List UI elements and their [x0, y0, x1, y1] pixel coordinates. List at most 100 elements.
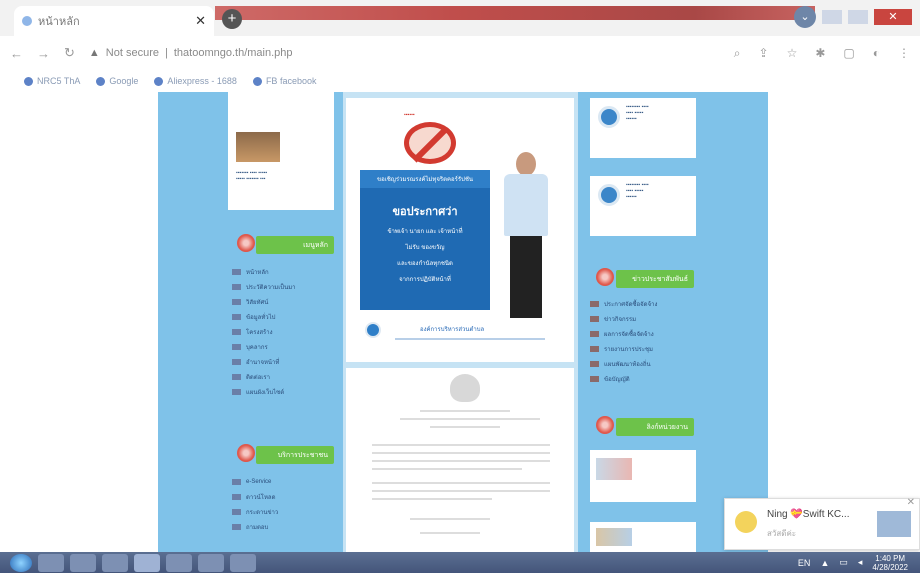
bookmark-item[interactable]: Google: [96, 76, 138, 86]
not-secure-icon[interactable]: ▲: [89, 47, 100, 59]
menu-bullet-icon: [590, 315, 599, 322]
link-thumbnail: [596, 528, 632, 546]
taskbar-ie-icon[interactable]: [38, 553, 64, 572]
menu-item[interactable]: ข่าวกิจกรรม: [590, 311, 657, 326]
new-tab-button[interactable]: +: [222, 9, 242, 29]
reload-icon[interactable]: ↻: [64, 45, 75, 61]
menu-item[interactable]: ข้อบัญญัติ: [590, 371, 657, 386]
doc-line: [410, 518, 490, 520]
browser-toolbar: ← → ↻ ▲ Not secure | thatoomngo.th/main.…: [0, 36, 920, 70]
menu-item[interactable]: รายงานการประชุม: [590, 341, 657, 356]
taskbar-word-icon[interactable]: [230, 553, 256, 572]
bookmark-icon: [24, 76, 33, 86]
left-menu-header: เมนูหลัก: [256, 236, 334, 254]
search-icon[interactable]: ⌕: [734, 46, 741, 61]
profile-icon[interactable]: ◐: [873, 46, 880, 61]
globe-icon: [154, 76, 164, 86]
tray-arrow-icon[interactable]: ▲: [820, 558, 829, 568]
menu-bullet-icon: [232, 388, 241, 395]
menu-item[interactable]: ประกาศจัดซื้อจัดจ้าง: [590, 296, 657, 311]
clock-date: 4/28/2022: [872, 562, 908, 572]
taskbar-firefox-icon[interactable]: [166, 553, 192, 572]
clock[interactable]: 1:40 PM 4/28/2022: [872, 554, 908, 572]
taskbar-explorer-icon[interactable]: [70, 553, 96, 572]
menu-bullet-icon: [232, 268, 241, 275]
menu-bullet-icon: [590, 375, 599, 382]
bookmark-item[interactable]: NRC5 ThA: [24, 76, 80, 86]
menu-item[interactable]: ประวัติความเป็นมา: [232, 279, 296, 294]
menu-item[interactable]: วิสัยทัศน์: [232, 294, 296, 309]
banner-caption: ▪▪▪▪▪▪: [404, 112, 415, 118]
chat-notification[interactable]: Ning 💝Swift KC... สวัสดีค่ะ ✕: [724, 497, 920, 550]
menu-item[interactable]: e-Service: [232, 474, 278, 489]
bookmarks-bar: NRC5 ThA Google Aliexpress - 1688 FB fac…: [0, 70, 920, 92]
profile-avatar-icon[interactable]: ⌄: [794, 6, 816, 28]
tab-favicon-icon: [22, 16, 32, 26]
left-menu-header-2: บริการประชาชน: [256, 446, 334, 464]
menu-bullet-icon: [590, 330, 599, 337]
notice-strip: ขอเชิญร่วมรณรงค์ไม่ทุจริตคอร์รัปชัน: [360, 170, 490, 188]
browser-tab[interactable]: หน้าหลัก ✕: [14, 6, 214, 36]
bookmark-star-icon[interactable]: ☆: [787, 46, 798, 61]
reading-list-icon[interactable]: ▢: [843, 46, 854, 61]
doc-line: [400, 418, 540, 420]
taskbar-line-icon[interactable]: [198, 553, 224, 572]
close-window-button[interactable]: ✕: [874, 9, 912, 25]
clock-time: 1:40 PM: [875, 553, 906, 563]
news-caption[interactable]: ▪▪▪▪▪▪▪▪ ▪▪▪▪ ▪▪▪▪ ▪▪▪▪▪ ▪▪▪▪▪▪: [626, 104, 692, 122]
menu-item[interactable]: ข้อมูลทั่วไป: [232, 309, 296, 324]
menu-bullet-icon: [232, 493, 241, 500]
official-photo: [498, 152, 554, 322]
extensions-icon[interactable]: ✱: [815, 46, 825, 61]
garuda-emblem-icon: [450, 374, 480, 402]
windows-taskbar: EN ▲ ▭ ◂ 1:40 PM 4/28/2022: [0, 552, 920, 573]
share-icon[interactable]: ⇪: [759, 46, 769, 61]
doc-line: [420, 410, 510, 412]
close-icon[interactable]: ✕: [907, 497, 915, 508]
bookmark-item[interactable]: Aliexpress - 1688: [154, 76, 237, 86]
menu-item[interactable]: บุคลากร: [232, 339, 296, 354]
volume-icon[interactable]: ◂: [858, 557, 863, 568]
news-caption[interactable]: ▪▪▪▪▪▪▪▪ ▪▪▪▪ ▪▪▪▪ ▪▪▪▪▪ ▪▪▪▪▪▪: [626, 182, 692, 200]
address-bar[interactable]: ▲ Not secure | thatoomngo.th/main.php: [89, 47, 720, 59]
menu-item[interactable]: หน้าหลัก: [232, 264, 296, 279]
person-head: [516, 152, 536, 176]
notice-board: ขอเชิญร่วมรณรงค์ไม่ทุจริตคอร์รัปชัน ขอปร…: [360, 170, 490, 310]
news-thumbnail[interactable]: [236, 132, 280, 162]
start-button[interactable]: [10, 553, 32, 572]
taskbar-chrome-icon[interactable]: [134, 553, 160, 572]
maximize-button[interactable]: [848, 10, 868, 24]
menu-item[interactable]: แผนผังเว็บไซต์: [232, 384, 296, 399]
right-link-box[interactable]: [590, 450, 696, 502]
menu-item[interactable]: แผนพัฒนาท้องถิ่น: [590, 356, 657, 371]
doc-line: [372, 444, 550, 446]
language-indicator[interactable]: EN: [798, 558, 811, 568]
taskbar-media-icon[interactable]: [102, 553, 128, 572]
back-icon[interactable]: ←: [10, 46, 23, 61]
bookmark-item[interactable]: FB facebook: [252, 76, 316, 86]
menu-item[interactable]: ผลการจัดซื้อจัดจ้าง: [590, 326, 657, 341]
menu-item[interactable]: ดาวน์โหลด: [232, 489, 278, 504]
browser-tab-strip: หน้าหลัก ✕ + ⌄ ✕: [0, 0, 920, 36]
not-secure-label: Not secure: [105, 47, 159, 59]
network-icon[interactable]: ▭: [839, 557, 848, 568]
menu-bullet-icon: [232, 373, 241, 380]
person-legs: [510, 236, 542, 318]
minimize-button[interactable]: [822, 10, 842, 24]
menu-item[interactable]: อำนาจหน้าที่: [232, 354, 296, 369]
forward-icon[interactable]: →: [37, 46, 50, 61]
menu-item[interactable]: โครงสร้าง: [232, 324, 296, 339]
right-link-box[interactable]: [590, 522, 696, 552]
right-menu-header: ข่าวประชาสัมพันธ์: [616, 270, 694, 288]
sender-avatar: [735, 511, 757, 533]
news-caption[interactable]: ▪▪▪▪▪▪▪ ▪▪▪▪ ▪▪▪▪▪ ▪▪▪▪▪ ▪▪▪▪▪▪▪ ▪▪▪: [236, 170, 328, 182]
menu-item[interactable]: ติดต่อเรา: [232, 369, 296, 384]
close-tab-icon[interactable]: ✕: [195, 13, 206, 29]
menu-item[interactable]: ถามตอบ: [232, 519, 278, 534]
menu-item[interactable]: กระดานข่าว: [232, 504, 278, 519]
url-text: thatoomngo.th/main.php: [173, 47, 293, 59]
right-menu-list: ประกาศจัดซื้อจัดจ้าง ข่าวกิจกรรม ผลการจั…: [590, 296, 657, 386]
menu-icon[interactable]: ⋮: [898, 46, 910, 61]
menu-bullet-icon: [590, 345, 599, 352]
web-page: ▪▪▪▪▪▪▪ ▪▪▪▪ ▪▪▪▪▪ ▪▪▪▪▪ ▪▪▪▪▪▪▪ ▪▪▪ เมนู…: [0, 92, 920, 552]
